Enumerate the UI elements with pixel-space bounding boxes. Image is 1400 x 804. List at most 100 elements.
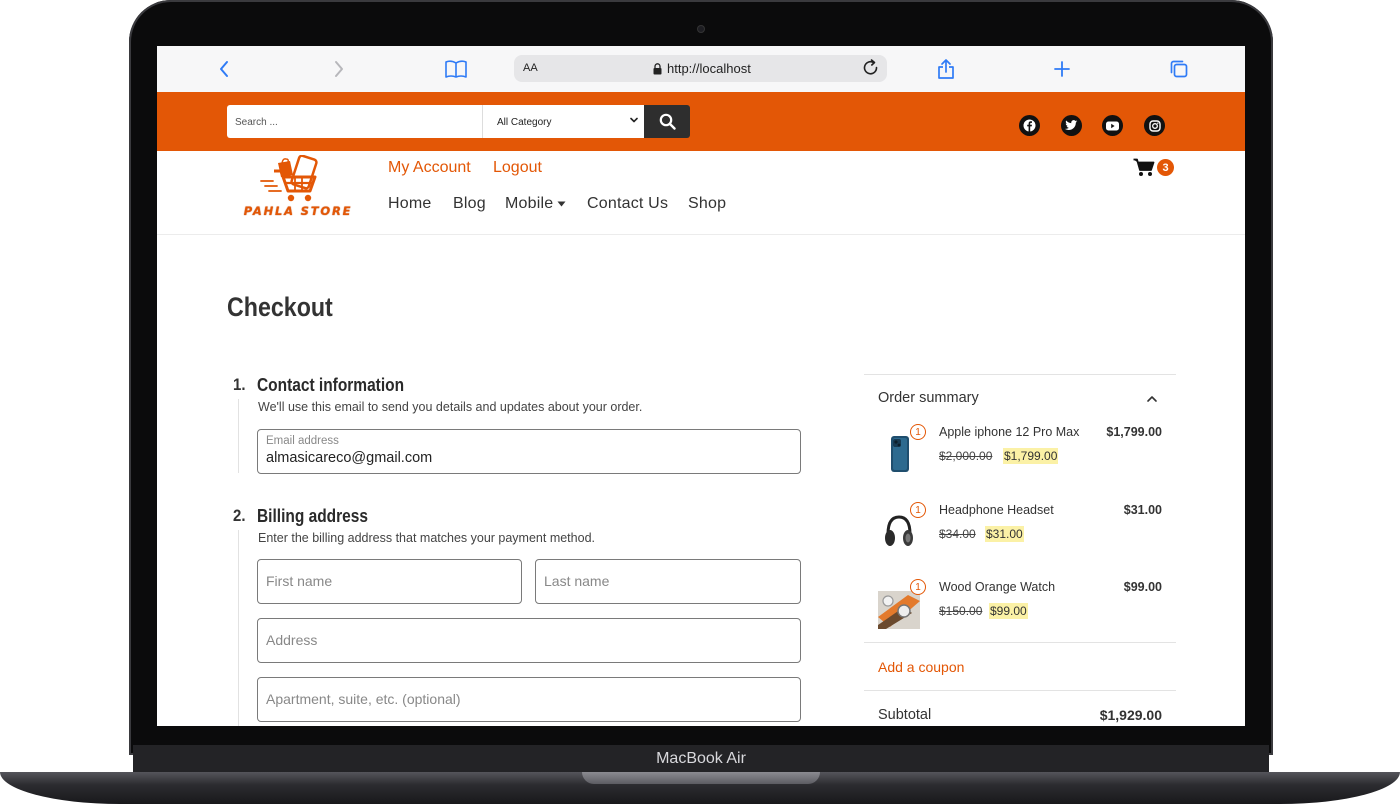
step-connector-line [238,530,239,726]
add-coupon-link[interactable]: Add a coupon [878,659,964,675]
share-icon [938,59,954,79]
nav-shop[interactable]: Shop [688,195,726,213]
item-original-price: $2,000.00 [939,449,993,463]
chevron-up-icon[interactable] [1146,395,1158,403]
main-navbar: PAHLA STORE My Account Logout Home Blog … [157,151,1245,235]
new-tab-button[interactable] [1049,57,1075,81]
search-icon [659,113,676,130]
item-name: Headphone Headset [939,503,1054,517]
laptop-notch [582,772,820,784]
contact-step-number: 1. [233,375,246,394]
apartment-field[interactable]: Apartment, suite, etc. (optional) [257,677,801,722]
summary-divider [864,690,1176,691]
address-placeholder: Address [266,632,318,648]
my-account-link[interactable]: My Account [388,159,471,177]
item-quantity-badge: 1 [910,579,926,595]
contact-step-description: We'll use this email to send you details… [258,400,643,414]
item-line-total: $99.00 [1123,580,1162,594]
apartment-placeholder: Apartment, suite, etc. (optional) [266,691,461,707]
twitter-icon [1065,120,1078,130]
billing-step-number: 2. [233,506,246,525]
forward-button[interactable] [326,57,352,81]
logo-text: PAHLA STORE [243,204,353,218]
plus-icon [1054,61,1070,77]
device-label: MacBook Air [656,750,746,767]
laptop-chin: MacBook Air [133,745,1269,773]
last-name-placeholder: Last name [544,573,610,589]
shopping-cart-logo-icon [260,154,318,202]
item-original-price: $34.00 [939,527,976,541]
item-quantity-badge: 1 [910,502,926,518]
twitter-link[interactable] [1061,115,1082,136]
lock-icon [653,62,662,74]
search-input[interactable]: Search ... [227,105,482,138]
nav-contact-us[interactable]: Contact Us [587,195,668,213]
chevron-right-icon [335,61,343,77]
youtube-icon [1106,121,1119,130]
first-name-field[interactable]: First name [257,559,522,604]
caret-down-icon [557,201,566,207]
order-item: 1 Wood Orange Watch $150.00 $99.00 $99.0… [864,579,1176,649]
billing-step-description: Enter the billing address that matches y… [258,531,595,545]
category-selected: All Category [497,117,552,128]
search-button[interactable] [644,105,690,138]
step-connector-line [238,399,239,473]
facebook-icon [1023,119,1036,132]
address-field[interactable]: Address [257,618,801,663]
logout-link[interactable]: Logout [493,159,542,177]
cart-button[interactable]: 3 [1133,158,1174,177]
cart-count-badge: 3 [1157,159,1174,176]
top-header: Search ... All Category [157,92,1245,151]
instagram-link[interactable] [1144,115,1165,136]
email-field[interactable]: Email address almasicareco@gmail.com [257,429,801,474]
last-name-field[interactable]: Last name [535,559,801,604]
back-button[interactable] [211,57,237,81]
chevron-left-icon [220,61,228,77]
item-line-total: $31.00 [1123,503,1162,517]
url-display: http://localhost [653,61,751,76]
item-quantity-badge: 1 [910,424,926,440]
nav-blog[interactable]: Blog [453,195,486,213]
item-sale-price: $99.00 [989,603,1028,619]
facebook-link[interactable] [1019,115,1040,136]
tabs-button[interactable] [1166,57,1192,81]
subtotal-label: Subtotal [878,707,932,723]
order-item: 1 Headphone Headset $34.00 $31.00 $31.00 [864,502,1176,572]
nav-mobile-label: Mobile [505,195,554,212]
contact-step-title: Contact information [257,375,405,395]
address-bar[interactable]: AA http://localhost [514,55,887,82]
youtube-link[interactable] [1102,115,1123,136]
order-item: 1 Apple iphone 12 Pro Max $2,000.00 $1,7… [864,424,1176,494]
tabs-icon [1170,60,1188,78]
summary-divider [864,642,1176,643]
first-name-placeholder: First name [266,573,333,589]
search-placeholder: Search ... [235,117,278,128]
item-line-total: $1,799.00 [1106,425,1162,439]
item-name: Wood Orange Watch [939,580,1056,594]
cart-icon [1133,158,1155,176]
url-text: http://localhost [667,61,751,76]
item-sale-price: $31.00 [985,526,1024,542]
chevron-down-icon [630,117,638,123]
book-icon [445,60,467,78]
order-summary: Order summary 1 Apple iphone 12 Pro Max … [864,374,1176,726]
item-original-price: $150.00 [939,604,983,618]
email-field-value: almasicareco@gmail.com [266,450,433,466]
store-logo[interactable]: PAHLA STORE [227,154,369,225]
page-title: Checkout [227,292,333,322]
instagram-icon [1148,119,1161,132]
screen: AA http://localhost Search ... All Categ… [157,46,1245,726]
reload-icon[interactable] [861,58,881,78]
subtotal-value: $1,929.00 [1099,707,1162,723]
nav-mobile[interactable]: Mobile [505,195,566,213]
category-select[interactable]: All Category [482,105,644,138]
item-sale-price: $1,799.00 [1003,448,1059,464]
text-size-button[interactable]: AA [523,62,538,74]
order-summary-title: Order summary [878,390,979,406]
billing-step-title: Billing address [257,506,368,526]
nav-home[interactable]: Home [388,195,431,213]
camera [697,25,705,33]
bookmarks-button[interactable] [443,57,469,81]
browser-toolbar: AA http://localhost [157,46,1245,93]
share-button[interactable] [933,57,959,81]
